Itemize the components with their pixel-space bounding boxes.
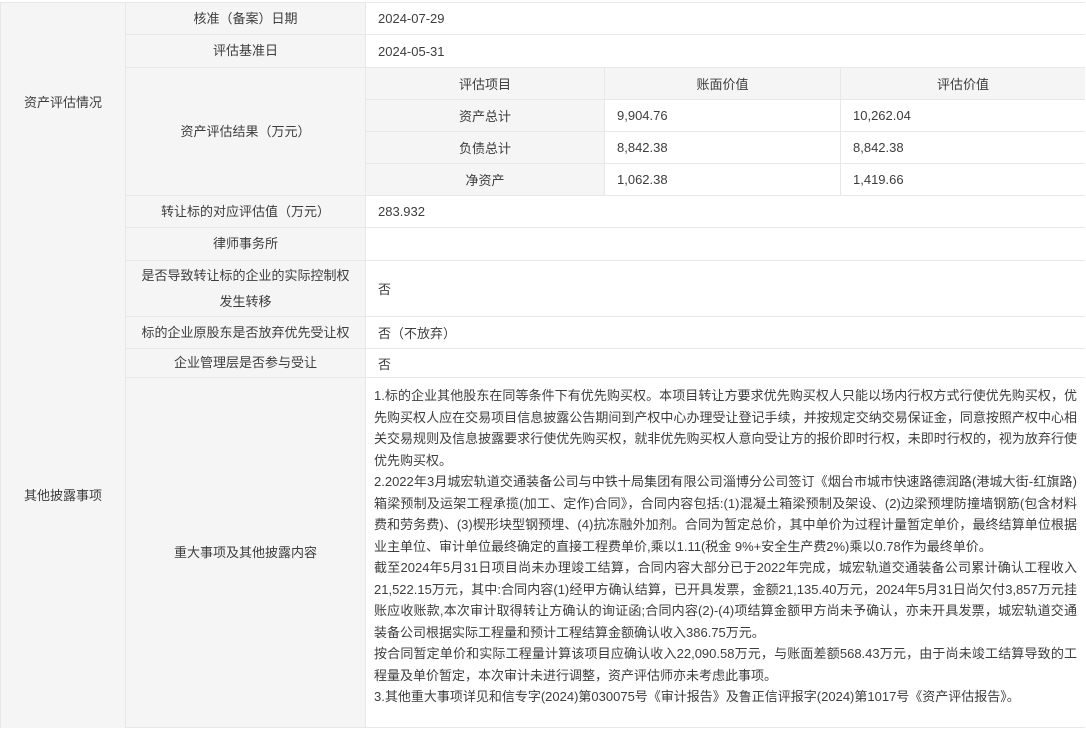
header-appraised-value: 评估价值 — [841, 68, 1085, 99]
header-eval-item: 评估项目 — [366, 68, 605, 99]
cell-book-total-assets: 9,904.76 — [605, 100, 841, 131]
table-row-total-liabilities: 负债总计 8,842.38 8,842.38 — [366, 132, 1085, 164]
row-law-firm: 律师事务所 — [126, 228, 1085, 261]
major-matters-content: 1.标的企业其他股东在同等条件下有优先购买权。本项目转让方要求优先购买权人只能以… — [366, 378, 1085, 727]
table-row-net-assets: 净资产 1,062.38 1,419.66 — [366, 164, 1085, 195]
disclosure-table: 资产评估情况 核准（备案）日期 2024-07-29 评估基准日 2024-05… — [0, 2, 1085, 728]
disclosure-paragraph-3: 截至2024年5月31日项目尚未办理竣工结算，合同内容大部分已于2022年完成，… — [374, 557, 1077, 643]
section-title-other-disclosures: 其他披露事项 — [1, 261, 126, 728]
row-shareholder-preemptive-right: 标的企业原股东是否放弃优先受让权 否（不放弃） — [126, 317, 1085, 349]
field-value-control-transfer: 否 — [366, 261, 1085, 316]
field-label-approval-date: 核准（备案）日期 — [126, 3, 366, 34]
field-value-transfer-target-value: 283.932 — [366, 196, 1085, 227]
field-value-valuation-base-date: 2024-05-31 — [366, 35, 1085, 67]
section-rows: 是否导致转让标的企业的实际控制权发生转移 否 标的企业原股东是否放弃优先受让权 … — [126, 261, 1085, 728]
disclosure-paragraph-1: 1.标的企业其他股东在同等条件下有优先购买权。本项目转让方要求优先购买权人只能以… — [374, 385, 1077, 471]
field-value-shareholder-preemptive-right: 否（不放弃） — [366, 317, 1085, 348]
field-label-shareholder-preemptive-right: 标的企业原股东是否放弃优先受让权 — [126, 317, 366, 348]
field-label-evaluation-results: 资产评估结果（万元） — [126, 68, 366, 195]
row-transfer-target-value: 转让标的对应评估值（万元） 283.932 — [126, 196, 1085, 228]
field-label-management-participation: 企业管理层是否参与受让 — [126, 349, 366, 377]
cell-appraised-total-liabilities: 8,842.38 — [841, 132, 1085, 163]
cell-book-total-liabilities: 8,842.38 — [605, 132, 841, 163]
row-control-transfer: 是否导致转让标的企业的实际控制权发生转移 否 — [126, 261, 1085, 317]
cell-item-net-assets: 净资产 — [366, 164, 605, 195]
field-value-approval-date: 2024-07-29 — [366, 3, 1085, 34]
row-evaluation-results: 资产评估结果（万元） 评估项目 账面价值 评估价值 资产总计 9,904.76 … — [126, 68, 1085, 196]
cell-book-net-assets: 1,062.38 — [605, 164, 841, 195]
evaluation-table-header-row: 评估项目 账面价值 评估价值 — [366, 68, 1085, 100]
disclosure-paragraph-2: 2.2022年3月城宏轨道交通装备公司与中铁十局集团有限公司淄博分公司签订《烟台… — [374, 471, 1077, 557]
field-label-law-firm: 律师事务所 — [126, 228, 366, 260]
section-rows: 核准（备案）日期 2024-07-29 评估基准日 2024-05-31 资产评… — [126, 3, 1085, 261]
table-row-total-assets: 资产总计 9,904.76 10,262.04 — [366, 100, 1085, 132]
disclosure-paragraph-5: 3.其他重大事项详见和信专字(2024)第030075号《审计报告》及鲁正信评报… — [374, 686, 1077, 708]
row-valuation-base-date: 评估基准日 2024-05-31 — [126, 35, 1085, 68]
cell-appraised-total-assets: 10,262.04 — [841, 100, 1085, 131]
section-asset-evaluation: 资产评估情况 核准（备案）日期 2024-07-29 评估基准日 2024-05… — [1, 3, 1085, 261]
section-other-disclosures: 其他披露事项 是否导致转让标的企业的实际控制权发生转移 否 标的企业原股东是否放… — [1, 261, 1085, 728]
disclosure-paragraph-4: 按合同暂定单价和实际工程量计算该项目应确认收入22,090.58万元，与账面差额… — [374, 643, 1077, 686]
cell-appraised-net-assets: 1,419.66 — [841, 164, 1085, 195]
field-value-law-firm — [366, 228, 1085, 260]
section-title-asset-evaluation: 资产评估情况 — [1, 3, 126, 261]
field-label-transfer-target-value: 转让标的对应评估值（万元） — [126, 196, 366, 227]
row-management-participation: 企业管理层是否参与受让 否 — [126, 349, 1085, 378]
field-label-control-transfer: 是否导致转让标的企业的实际控制权发生转移 — [126, 261, 366, 316]
field-label-valuation-base-date: 评估基准日 — [126, 35, 366, 67]
cell-item-total-assets: 资产总计 — [366, 100, 605, 131]
row-major-matters: 重大事项及其他披露内容 1.标的企业其他股东在同等条件下有优先购买权。本项目转让… — [126, 378, 1085, 728]
row-approval-date: 核准（备案）日期 2024-07-29 — [126, 3, 1085, 35]
cell-item-total-liabilities: 负债总计 — [366, 132, 605, 163]
field-value-management-participation: 否 — [366, 349, 1085, 377]
header-book-value: 账面价值 — [605, 68, 841, 99]
field-label-major-matters: 重大事项及其他披露内容 — [126, 378, 366, 727]
evaluation-results-table: 评估项目 账面价值 评估价值 资产总计 9,904.76 10,262.04 负… — [366, 68, 1085, 195]
